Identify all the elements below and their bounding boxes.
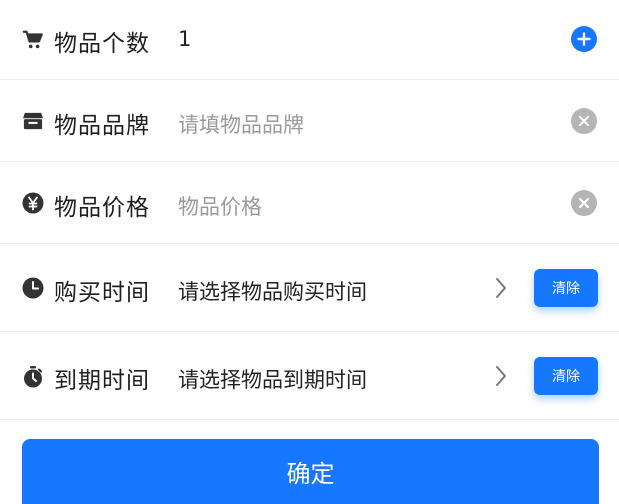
expiry-time-picker[interactable]: 请选择物品到期时间 (178, 364, 367, 394)
add-icon[interactable] (571, 26, 597, 52)
clear-expiry-time-button[interactable]: 清除 (534, 357, 598, 395)
clock-icon (22, 277, 44, 299)
store-icon (22, 110, 44, 132)
confirm-button[interactable]: 确定 (22, 439, 599, 504)
purchase-time-picker[interactable]: 请选择物品购买时间 (178, 276, 367, 306)
price-row: 物品价格 物品价格 (0, 162, 619, 244)
clear-purchase-time-button[interactable]: 清除 (534, 269, 598, 307)
expiry-time-row: 到期时间 请选择物品到期时间 清除 (0, 332, 619, 420)
price-input[interactable]: 物品价格 (178, 191, 262, 221)
brand-row: 物品品牌 请填物品品牌 (0, 80, 619, 162)
quantity-input[interactable]: 1 (178, 27, 191, 51)
clear-icon[interactable] (571, 190, 597, 216)
purchase-time-label: 购买时间 (54, 280, 150, 306)
item-form-page: 物品个数 1 物品品牌 请填物品品牌 物品价格 物品价格 购买时间 请选择物品购… (0, 0, 619, 504)
brand-input[interactable]: 请填物品品牌 (178, 109, 304, 139)
cart-icon (22, 29, 44, 51)
stopwatch-icon (22, 366, 44, 388)
quantity-row: 物品个数 1 (0, 0, 619, 80)
purchase-time-row: 购买时间 请选择物品购买时间 清除 (0, 244, 619, 332)
chevron-right-icon[interactable] (493, 363, 509, 389)
clear-icon[interactable] (571, 108, 597, 134)
yen-icon (22, 192, 44, 214)
brand-label: 物品品牌 (54, 113, 150, 139)
expiry-time-label: 到期时间 (54, 368, 150, 394)
chevron-right-icon[interactable] (493, 275, 509, 301)
price-label: 物品价格 (54, 195, 150, 221)
quantity-label: 物品个数 (54, 31, 150, 57)
